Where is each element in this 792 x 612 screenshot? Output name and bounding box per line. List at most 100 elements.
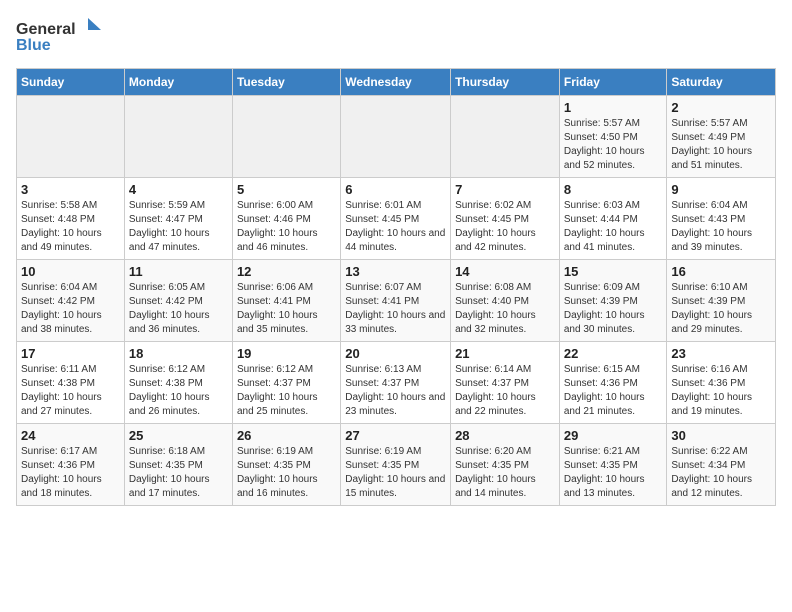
calendar-cell: 12Sunrise: 6:06 AMSunset: 4:41 PMDayligh… [232, 260, 340, 342]
day-number: 4 [129, 182, 228, 197]
calendar-cell: 25 Sunrise: 6:18 AMSunset: 4:35 PMDayligh… [124, 424, 232, 506]
logo-svg: GeneralBlue [16, 16, 106, 56]
calendar-week-5: 24 Sunrise: 6:17 AMSunset: 4:36 PMDayligh… [17, 424, 776, 506]
calendar-cell: 26Sunrise: 6:19 AMSunset: 4:35 PMDayligh… [232, 424, 340, 506]
day-info: Sunrise: 6:06 AMSunset: 4:41 PMDaylight:… [237, 281, 336, 337]
calendar-week-1: 1Sunrise: 5:57 AMSunset: 4:50 PMDaylight… [17, 96, 776, 178]
calendar-cell: 14 Sunrise: 6:08 AMSunset: 4:40 PMDayligh… [451, 260, 560, 342]
calendar-cell [124, 96, 232, 178]
calendar-cell: 19 Sunrise: 6:12 AMSunset: 4:37 PMDayligh… [232, 342, 340, 424]
day-number: 24 [21, 428, 120, 443]
calendar-cell: 9 Sunrise: 6:04 AMSunset: 4:43 PMDaylight… [667, 178, 776, 260]
day-number: 25 [129, 428, 228, 443]
day-number: 8 [564, 182, 663, 197]
day-number: 17 [21, 346, 120, 361]
day-number: 11 [129, 264, 228, 279]
day-number: 10 [21, 264, 120, 279]
day-number: 1 [564, 100, 663, 115]
day-info: Sunrise: 6:08 AMSunset: 4:40 PMDaylight:… [455, 281, 555, 337]
weekday-header-thursday: Thursday [451, 69, 560, 96]
page-header: GeneralBlue [16, 16, 776, 56]
day-info: Sunrise: 6:07 AMSunset: 4:41 PMDaylight:… [345, 281, 446, 337]
day-number: 22 [564, 346, 663, 361]
day-info: Sunrise: 6:18 AMSunset: 4:35 PMDaylight:… [129, 445, 228, 501]
day-number: 2 [671, 100, 771, 115]
calendar-cell [451, 96, 560, 178]
day-info: Sunrise: 6:20 AMSunset: 4:35 PMDaylight:… [455, 445, 555, 501]
calendar-cell: 10 Sunrise: 6:04 AMSunset: 4:42 PMDayligh… [17, 260, 125, 342]
day-number: 21 [455, 346, 555, 361]
day-info: Sunrise: 6:17 AMSunset: 4:36 PMDaylight:… [21, 445, 120, 501]
calendar-cell: 22 Sunrise: 6:15 AMSunset: 4:36 PMDayligh… [559, 342, 667, 424]
day-number: 5 [237, 182, 336, 197]
calendar-cell: 15Sunrise: 6:09 AMSunset: 4:39 PMDayligh… [559, 260, 667, 342]
day-number: 26 [237, 428, 336, 443]
calendar-cell: 3 Sunrise: 5:58 AMSunset: 4:48 PMDaylight… [17, 178, 125, 260]
day-number: 29 [564, 428, 663, 443]
calendar-week-3: 10 Sunrise: 6:04 AMSunset: 4:42 PMDayligh… [17, 260, 776, 342]
weekday-header-sunday: Sunday [17, 69, 125, 96]
calendar-cell [232, 96, 340, 178]
calendar-cell: 13 Sunrise: 6:07 AMSunset: 4:41 PMDayligh… [341, 260, 451, 342]
day-number: 14 [455, 264, 555, 279]
day-number: 16 [671, 264, 771, 279]
day-number: 19 [237, 346, 336, 361]
svg-text:General: General [16, 21, 76, 38]
calendar-cell: 5 Sunrise: 6:00 AMSunset: 4:46 PMDaylight… [232, 178, 340, 260]
day-info: Sunrise: 6:22 AMSunset: 4:34 PMDaylight:… [671, 445, 771, 501]
calendar-cell: 29 Sunrise: 6:21 AMSunset: 4:35 PMDayligh… [559, 424, 667, 506]
calendar-cell: 28 Sunrise: 6:20 AMSunset: 4:35 PMDayligh… [451, 424, 560, 506]
weekday-header-wednesday: Wednesday [341, 69, 451, 96]
day-info: Sunrise: 6:15 AMSunset: 4:36 PMDaylight:… [564, 363, 663, 419]
calendar-cell: 8 Sunrise: 6:03 AMSunset: 4:44 PMDaylight… [559, 178, 667, 260]
calendar-header: SundayMondayTuesdayWednesdayThursdayFrid… [17, 69, 776, 96]
weekday-header-friday: Friday [559, 69, 667, 96]
calendar-cell: 16Sunrise: 6:10 AMSunset: 4:39 PMDayligh… [667, 260, 776, 342]
day-number: 3 [21, 182, 120, 197]
calendar-cell: 4 Sunrise: 5:59 AMSunset: 4:47 PMDaylight… [124, 178, 232, 260]
calendar-week-2: 3 Sunrise: 5:58 AMSunset: 4:48 PMDaylight… [17, 178, 776, 260]
day-number: 7 [455, 182, 555, 197]
calendar-cell: 20Sunrise: 6:13 AMSunset: 4:37 PMDayligh… [341, 342, 451, 424]
day-info: Sunrise: 6:00 AMSunset: 4:46 PMDaylight:… [237, 199, 336, 255]
calendar-cell: 18Sunrise: 6:12 AMSunset: 4:38 PMDayligh… [124, 342, 232, 424]
day-number: 27 [345, 428, 446, 443]
calendar-body: 1Sunrise: 5:57 AMSunset: 4:50 PMDaylight… [17, 96, 776, 506]
day-number: 6 [345, 182, 446, 197]
day-info: Sunrise: 6:01 AMSunset: 4:45 PMDaylight:… [345, 199, 446, 255]
calendar-table: SundayMondayTuesdayWednesdayThursdayFrid… [16, 68, 776, 506]
day-number: 13 [345, 264, 446, 279]
weekday-header-saturday: Saturday [667, 69, 776, 96]
calendar-cell: 21Sunrise: 6:14 AMSunset: 4:37 PMDayligh… [451, 342, 560, 424]
day-info: Sunrise: 6:16 AMSunset: 4:36 PMDaylight:… [671, 363, 771, 419]
day-info: Sunrise: 6:02 AMSunset: 4:45 PMDaylight:… [455, 199, 555, 255]
day-number: 23 [671, 346, 771, 361]
weekday-row: SundayMondayTuesdayWednesdayThursdayFrid… [17, 69, 776, 96]
day-number: 30 [671, 428, 771, 443]
day-info: Sunrise: 5:59 AMSunset: 4:47 PMDaylight:… [129, 199, 228, 255]
weekday-header-monday: Monday [124, 69, 232, 96]
calendar-cell: 7 Sunrise: 6:02 AMSunset: 4:45 PMDaylight… [451, 178, 560, 260]
calendar-cell: 6 Sunrise: 6:01 AMSunset: 4:45 PMDaylight… [341, 178, 451, 260]
day-info: Sunrise: 6:04 AMSunset: 4:42 PMDaylight:… [21, 281, 120, 337]
day-info: Sunrise: 6:13 AMSunset: 4:37 PMDaylight:… [345, 363, 446, 419]
day-info: Sunrise: 6:19 AMSunset: 4:35 PMDaylight:… [345, 445, 446, 501]
day-info: Sunrise: 6:04 AMSunset: 4:43 PMDaylight:… [671, 199, 771, 255]
logo: GeneralBlue [16, 16, 106, 56]
calendar-cell: 11 Sunrise: 6:05 AMSunset: 4:42 PMDayligh… [124, 260, 232, 342]
day-info: Sunrise: 5:57 AMSunset: 4:49 PMDaylight:… [671, 117, 771, 173]
day-info: Sunrise: 6:12 AMSunset: 4:37 PMDaylight:… [237, 363, 336, 419]
day-number: 28 [455, 428, 555, 443]
day-info: Sunrise: 5:58 AMSunset: 4:48 PMDaylight:… [21, 199, 120, 255]
calendar-cell: 17Sunrise: 6:11 AMSunset: 4:38 PMDayligh… [17, 342, 125, 424]
day-info: Sunrise: 6:05 AMSunset: 4:42 PMDaylight:… [129, 281, 228, 337]
day-info: Sunrise: 6:21 AMSunset: 4:35 PMDaylight:… [564, 445, 663, 501]
day-info: Sunrise: 6:03 AMSunset: 4:44 PMDaylight:… [564, 199, 663, 255]
svg-text:Blue: Blue [16, 37, 51, 54]
calendar-cell: 1Sunrise: 5:57 AMSunset: 4:50 PMDaylight… [559, 96, 667, 178]
calendar-cell: 30 Sunrise: 6:22 AMSunset: 4:34 PMDayligh… [667, 424, 776, 506]
day-info: Sunrise: 6:12 AMSunset: 4:38 PMDaylight:… [129, 363, 228, 419]
calendar-cell: 27 Sunrise: 6:19 AMSunset: 4:35 PMDayligh… [341, 424, 451, 506]
day-info: Sunrise: 6:09 AMSunset: 4:39 PMDaylight:… [564, 281, 663, 337]
day-number: 9 [671, 182, 771, 197]
